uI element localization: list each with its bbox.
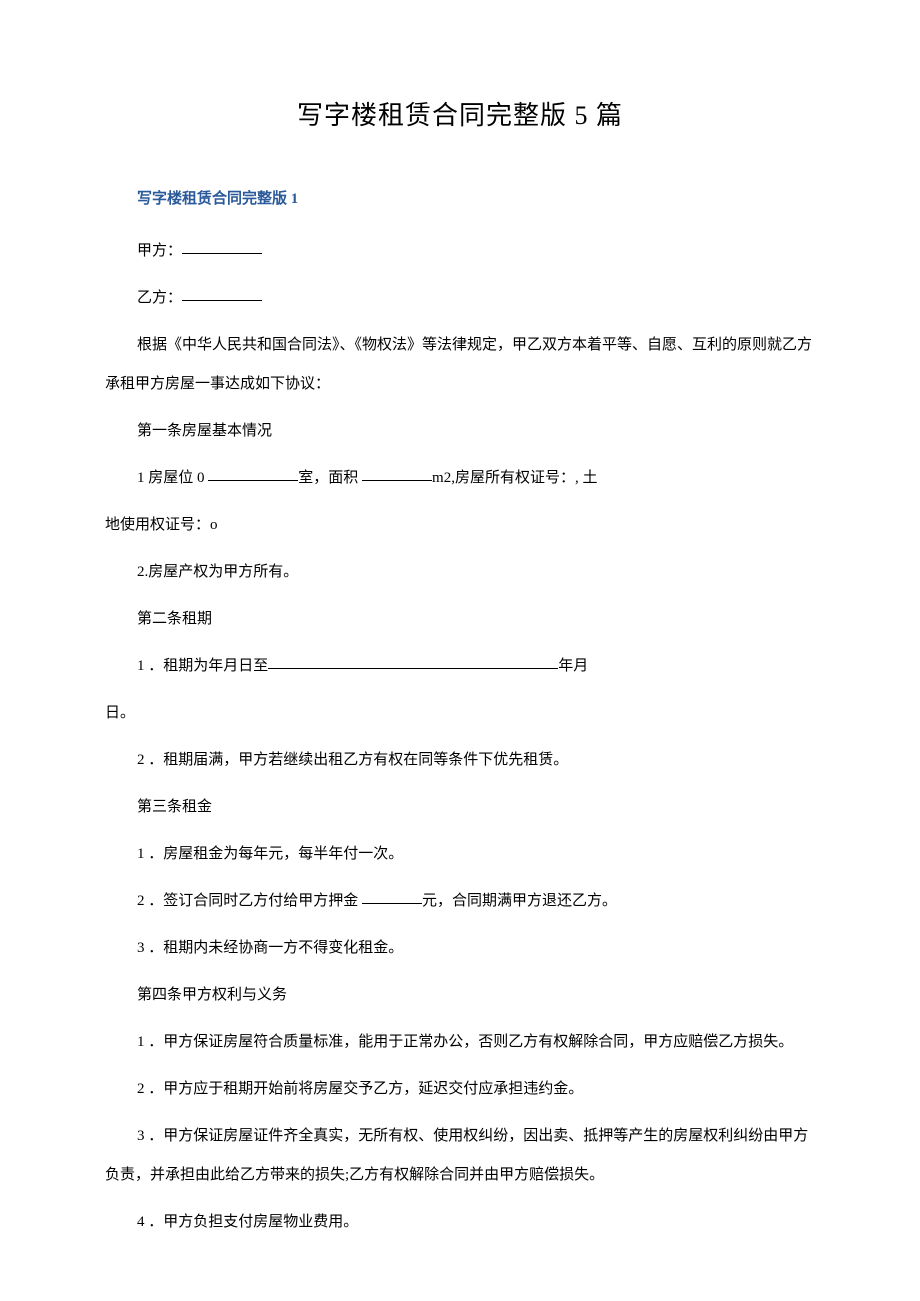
party-a-label: 甲方： xyxy=(137,243,182,259)
article-1-item-1-cont: 地使用权证号：o xyxy=(105,506,815,545)
party-a-blank xyxy=(182,239,262,254)
section-label: 写字楼租赁合同完整版 1 xyxy=(105,187,815,208)
article-3-head: 第三条租金 xyxy=(105,788,815,827)
art1-1c: m2,房屋所有权证号：, 土 xyxy=(432,470,597,486)
article-4-item-3: 3 ．甲方保证房屋证件齐全真实，无所有权、使用权纠纷，因出卖、抵押等产生的房屋权… xyxy=(105,1117,815,1195)
article-4-item-4: 4 ．甲方负担支付房屋物业费用。 xyxy=(105,1203,815,1242)
party-a-line: 甲方： xyxy=(105,232,815,271)
article-1-item-1: 1 房屋位 0 室，面积 m2,房屋所有权证号：, 土 xyxy=(105,459,815,498)
page-title: 写字楼租赁合同完整版 5 篇 xyxy=(105,95,815,132)
article-1-head: 第一条房屋基本情况 xyxy=(105,412,815,451)
art1-1a: 1 房屋位 0 xyxy=(137,470,208,486)
article-2-item-1: 1 ．租期为年月日至 年月 xyxy=(105,647,815,686)
article-2-item-2: 2 ．租期届满，甲方若继续出租乙方有权在同等条件下优先租赁。 xyxy=(105,741,815,780)
party-b-line: 乙方： xyxy=(105,279,815,318)
blank-term xyxy=(268,654,558,669)
intro-paragraph: 根据《中华人民共和国合同法》、《物权法》等法律规定，甲乙双方本着平等、自愿、互利… xyxy=(105,326,815,404)
party-b-label: 乙方： xyxy=(137,290,182,306)
art2-1a: 1 ．租期为年月日至 xyxy=(137,658,268,674)
article-1-item-2: 2.房屋产权为甲方所有。 xyxy=(105,553,815,592)
article-3-item-3: 3 ．租期内未经协商一方不得变化租金。 xyxy=(105,929,815,968)
blank-room xyxy=(208,466,298,481)
article-4-item-1: 1 ．甲方保证房屋符合质量标准，能用于正常办公，否则乙方有权解除合同，甲方应赔偿… xyxy=(105,1023,815,1062)
article-4-item-2: 2 ．甲方应于租期开始前将房屋交予乙方，延迟交付应承担违约金。 xyxy=(105,1070,815,1109)
article-2-head: 第二条租期 xyxy=(105,600,815,639)
art3-2b: 元，合同期满甲方退还乙方。 xyxy=(422,893,617,909)
article-3-item-2: 2 ．签订合同时乙方付给甲方押金 元，合同期满甲方退还乙方。 xyxy=(105,882,815,921)
art1-1b: 室，面积 xyxy=(298,470,362,486)
art3-2a: 2 ．签订合同时乙方付给甲方押金 xyxy=(137,893,362,909)
article-3-item-1: 1 ．房屋租金为每年元，每半年付一次。 xyxy=(105,835,815,874)
party-b-blank xyxy=(182,286,262,301)
blank-deposit xyxy=(362,889,422,904)
blank-area xyxy=(362,466,432,481)
article-2-item-1-cont: 日。 xyxy=(105,694,815,733)
art2-1b: 年月 xyxy=(558,658,588,674)
article-4-head: 第四条甲方权利与义务 xyxy=(105,976,815,1015)
